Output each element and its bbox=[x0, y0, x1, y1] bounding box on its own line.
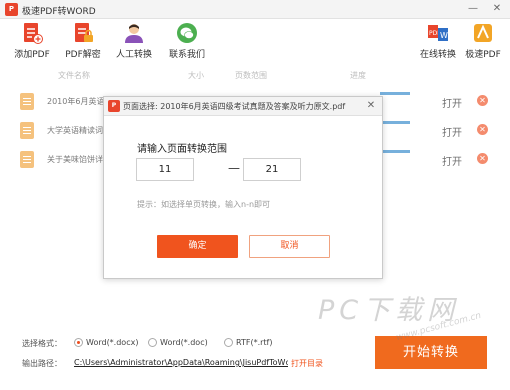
dialog-title-bar: P 页面选择: 2010年6月英语四级考试真题及答案及听力原文.pdf ✕ bbox=[104, 97, 382, 116]
page-range-dialog: P 页面选择: 2010年6月英语四级考试真题及答案及听力原文.pdf ✕ 请输… bbox=[103, 96, 383, 279]
dialog-title: 页面选择: 2010年6月英语四级考试真题及答案及听力原文.pdf bbox=[123, 102, 346, 111]
wechat-icon bbox=[177, 23, 197, 43]
toolbar: 添加PDF PDF解密 人工转换 联系我们 PDF W 在线转换 极速PDF bbox=[0, 20, 510, 66]
manual-convert-label: 人工转换 bbox=[115, 50, 152, 60]
open-directory-link[interactable]: 打开目录 bbox=[291, 358, 323, 369]
speed-pdf-label: 极速PDF bbox=[465, 50, 501, 60]
contact-us-button[interactable]: 联系我们 bbox=[163, 22, 211, 66]
minimize-button[interactable]: — bbox=[463, 1, 483, 17]
contact-us-label: 联系我们 bbox=[168, 50, 205, 60]
format-rtf-radio[interactable] bbox=[224, 338, 233, 347]
format-label: 选择格式： bbox=[22, 339, 62, 348]
add-pdf-label: 添加PDF bbox=[14, 50, 50, 60]
online-convert-icon: PDF W bbox=[428, 25, 448, 41]
format-docx-label[interactable]: Word(*.docx) bbox=[86, 338, 138, 347]
start-convert-button[interactable]: 开始转换 bbox=[375, 336, 487, 369]
app-logo-icon: P bbox=[5, 3, 18, 16]
close-window-button[interactable]: ✕ bbox=[487, 1, 507, 17]
format-doc-radio[interactable] bbox=[148, 338, 157, 347]
person-icon bbox=[125, 24, 143, 43]
lock-document-icon bbox=[75, 23, 93, 42]
dialog-close-icon[interactable]: ✕ bbox=[364, 99, 378, 113]
speed-pdf-button[interactable]: 极速PDF bbox=[459, 22, 507, 66]
range-hint: 提示：如选择单页转换，输入n-n即可 bbox=[137, 200, 271, 209]
pdf-decrypt-button[interactable]: PDF解密 bbox=[59, 22, 107, 66]
svg-text:W: W bbox=[440, 31, 448, 40]
add-pdf-icon bbox=[24, 23, 43, 44]
range-prompt: 请输入页面转换范围 bbox=[137, 144, 227, 155]
window-title: 极速PDF转WORD bbox=[22, 7, 96, 17]
pdf-decrypt-label: PDF解密 bbox=[65, 50, 101, 60]
output-label: 输出路径： bbox=[22, 359, 62, 368]
end-page-input[interactable] bbox=[243, 158, 301, 181]
format-docx-radio[interactable] bbox=[74, 338, 83, 347]
start-page-input[interactable] bbox=[136, 158, 194, 181]
format-rtf-label[interactable]: RTF(*.rtf) bbox=[236, 338, 273, 347]
range-separator: — bbox=[228, 161, 240, 175]
online-convert-label: 在线转换 bbox=[419, 50, 456, 60]
dialog-logo-icon: P bbox=[108, 100, 120, 112]
format-doc-label[interactable]: Word(*.doc) bbox=[160, 338, 208, 347]
online-convert-button[interactable]: PDF W 在线转换 bbox=[414, 22, 462, 66]
speed-pdf-icon bbox=[474, 24, 492, 42]
confirm-button[interactable]: 确定 bbox=[157, 235, 238, 258]
manual-convert-button[interactable]: 人工转换 bbox=[110, 22, 158, 66]
output-path-link[interactable]: C:\Users\Administrator\AppData\Roaming\J… bbox=[74, 358, 288, 367]
title-bar: P 极速PDF转WORD — ✕ bbox=[0, 0, 510, 19]
cancel-button[interactable]: 取消 bbox=[249, 235, 330, 258]
add-pdf-button[interactable]: 添加PDF bbox=[8, 22, 56, 66]
